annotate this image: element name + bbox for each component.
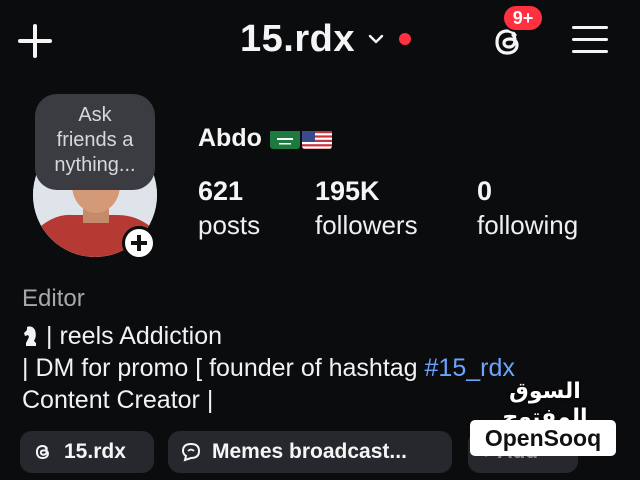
- avatar-area: Ask friends a nything...: [30, 94, 160, 263]
- threads-chip-label: 15.rdx: [64, 440, 126, 463]
- unread-dot: [398, 33, 411, 45]
- posts-count: 621: [198, 176, 244, 206]
- following-count: 0: [477, 176, 493, 206]
- username-title: 15.rdx: [240, 17, 355, 60]
- opensooq-watermark-logo: OpenSooq: [470, 420, 616, 456]
- followers-stat[interactable]: 195K followers: [315, 174, 418, 242]
- display-name: Abdo: [198, 124, 262, 152]
- threads-small-icon: [35, 444, 49, 460]
- posts-label: posts: [198, 210, 261, 240]
- usa-flag-icon: [301, 129, 332, 149]
- broadcast-chip-label: Memes broadcast...: [212, 440, 407, 463]
- broadcast-channel-chip[interactable]: Memes broadcast...: [168, 431, 452, 473]
- profile-screen: 15.rdx 9+ Ask friends a nything... Abdo …: [0, 0, 640, 480]
- bio-line-3: Content Creator |: [22, 386, 214, 414]
- display-name-row: Abdo: [198, 124, 332, 153]
- broadcast-chat-icon: [181, 442, 201, 462]
- threads-chip[interactable]: 15.rdx: [20, 431, 154, 473]
- following-stat[interactable]: 0 following: [477, 174, 578, 242]
- chevron-down-icon: [368, 34, 384, 44]
- chess-knight-icon: [24, 326, 36, 346]
- add-story-plus-icon[interactable]: [122, 226, 156, 260]
- top-bar: 15.rdx 9+: [0, 0, 640, 80]
- bio-line-2: | DM for promo [ founder of hashtag: [22, 354, 425, 382]
- posts-stat: 621 posts: [198, 174, 260, 242]
- saudi-arabia-flag-icon: [269, 129, 300, 149]
- bio-line-1: | reels Addiction: [46, 322, 223, 350]
- profile-category: Editor: [22, 285, 85, 312]
- account-switcher[interactable]: 15.rdx: [240, 16, 411, 62]
- followers-count: 195K: [315, 176, 380, 206]
- bio-text: | reels Addiction | DM for promo [ found…: [22, 320, 515, 416]
- following-label: following: [477, 210, 579, 240]
- followers-label: followers: [315, 210, 418, 240]
- notification-badge: 9+: [502, 4, 544, 32]
- note-bubble[interactable]: Ask friends a nything...: [35, 94, 155, 190]
- hamburger-menu-icon[interactable]: [572, 22, 608, 58]
- create-plus-icon[interactable]: [16, 22, 54, 60]
